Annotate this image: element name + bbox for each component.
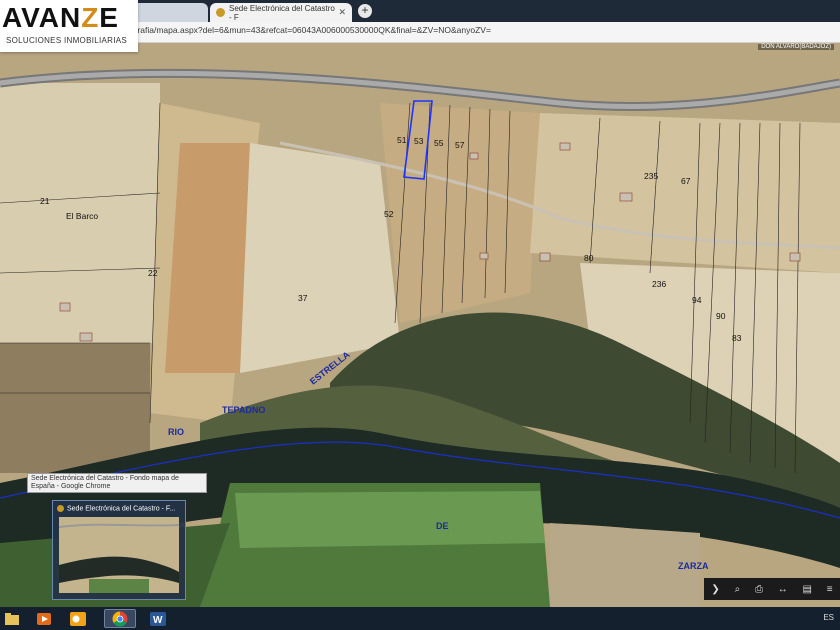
window-thumbnail-preview[interactable]: Sede Electrónica del Catastro - F... [52, 500, 186, 600]
taskbar-item[interactable] [0, 609, 24, 628]
taskbar-item[interactable] [66, 609, 90, 628]
parcel-number: 57 [455, 140, 465, 150]
logo-brand-a: AVAN [2, 2, 82, 33]
parcel-number: 55 [434, 138, 444, 148]
new-tab-button[interactable]: + [358, 4, 372, 18]
close-icon[interactable]: ✕ [338, 7, 346, 18]
thumbnail-image [59, 517, 179, 593]
language-indicator[interactable]: ES [823, 613, 834, 622]
parcel-number: 37 [298, 293, 308, 303]
taskbar-item[interactable]: W [144, 609, 172, 628]
parcel-number: 22 [148, 268, 158, 278]
river-label: DE [436, 521, 449, 531]
river-label: RIO [168, 427, 185, 437]
parcel-number: 236 [652, 279, 667, 289]
taskbar-item-chrome[interactable] [104, 609, 136, 628]
avanze-logo: AVANZE SOLUCIONES INMOBILIARIAS [0, 0, 138, 52]
chrome-icon [112, 611, 128, 626]
chevron-right-icon[interactable]: ❯ [711, 584, 719, 595]
river-label: ZARZA [678, 561, 709, 571]
parcel-number: 90 [716, 311, 726, 321]
thumbnail-title: Sede Electrónica del Catastro - F... [57, 505, 175, 512]
catastro-favicon-icon [57, 505, 64, 512]
outlook-icon [70, 611, 86, 626]
catastro-favicon-icon [216, 8, 225, 17]
tab-catastro[interactable]: Sede Electrónica del Catastro - F ✕ [210, 3, 352, 22]
folder-icon [5, 612, 19, 625]
place-label: El Barco [66, 211, 99, 221]
map-toolbar: ❯ ⌕ ⎙ ↔ ▤ ≡ [704, 578, 840, 600]
media-player-icon [37, 612, 51, 625]
svg-text:W: W [153, 615, 163, 626]
parcel-number: 94 [692, 295, 702, 305]
logo-brand-e: E [99, 2, 119, 33]
parcel-number: 83 [732, 333, 742, 343]
map-coordinate-readout: DON ALVARO(BADAJOZ) [758, 44, 834, 50]
logo-brand-z: Z [81, 2, 100, 33]
logo-brand: AVANZE [2, 2, 119, 34]
word-icon: W [150, 611, 166, 626]
url-text: ografia/mapa.aspx?del=6&mun=43&refcat=06… [128, 25, 491, 35]
thumbnail-title-text: Sede Electrónica del Catastro - F... [67, 505, 176, 513]
tab-label: Sede Electrónica del Catastro - F [229, 3, 335, 22]
parcel-number: 67 [681, 176, 691, 186]
taskbar-item[interactable] [32, 609, 56, 628]
parcel-number: 53 [414, 136, 424, 146]
printer-icon[interactable]: ▤ [803, 584, 812, 595]
parcel-number: 52 [384, 209, 394, 219]
river-label: TEPADNO [222, 405, 266, 415]
search-icon[interactable]: ⌕ [735, 584, 741, 595]
parcel-number: 235 [644, 171, 659, 181]
print-icon[interactable]: ⎙ [755, 584, 763, 595]
taskbar-tooltip: Sede Electrónica del Catastro - Fondo ma… [27, 473, 207, 493]
measure-icon[interactable]: ↔ [778, 584, 788, 595]
parcel-number: 80 [584, 253, 594, 263]
logo-tagline: SOLUCIONES INMOBILIARIAS [6, 36, 128, 45]
layers-icon[interactable]: ≡ [827, 584, 833, 595]
parcel-number: 51 [397, 135, 407, 145]
parcel-number: 21 [40, 196, 50, 206]
windows-taskbar: W ES [0, 607, 840, 630]
